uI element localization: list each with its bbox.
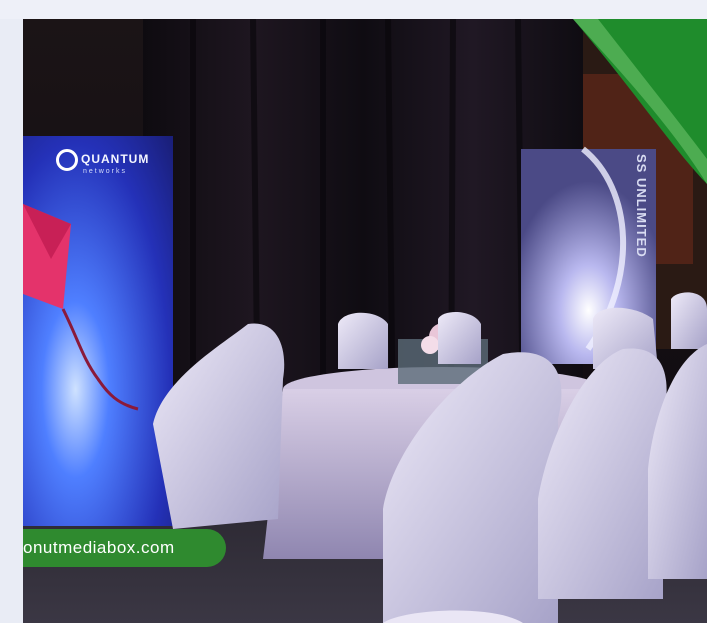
left-border: [0, 19, 23, 623]
logo-text: QUANTUM: [81, 152, 150, 166]
screenshot-frame: QUANTUM networks SS UNLIMITED onutmediab…: [0, 0, 707, 623]
banner-right-text: SS UNLIMITED: [634, 154, 649, 258]
quantum-networks-logo: QUANTUM networks: [53, 147, 173, 187]
logo-subtext: networks: [83, 168, 128, 175]
q-logo-icon: [56, 149, 78, 171]
event-photo: QUANTUM networks SS UNLIMITED onutmediab…: [23, 19, 707, 623]
top-border: [0, 0, 707, 19]
watermark-text: onutmediabox.com: [23, 538, 175, 557]
